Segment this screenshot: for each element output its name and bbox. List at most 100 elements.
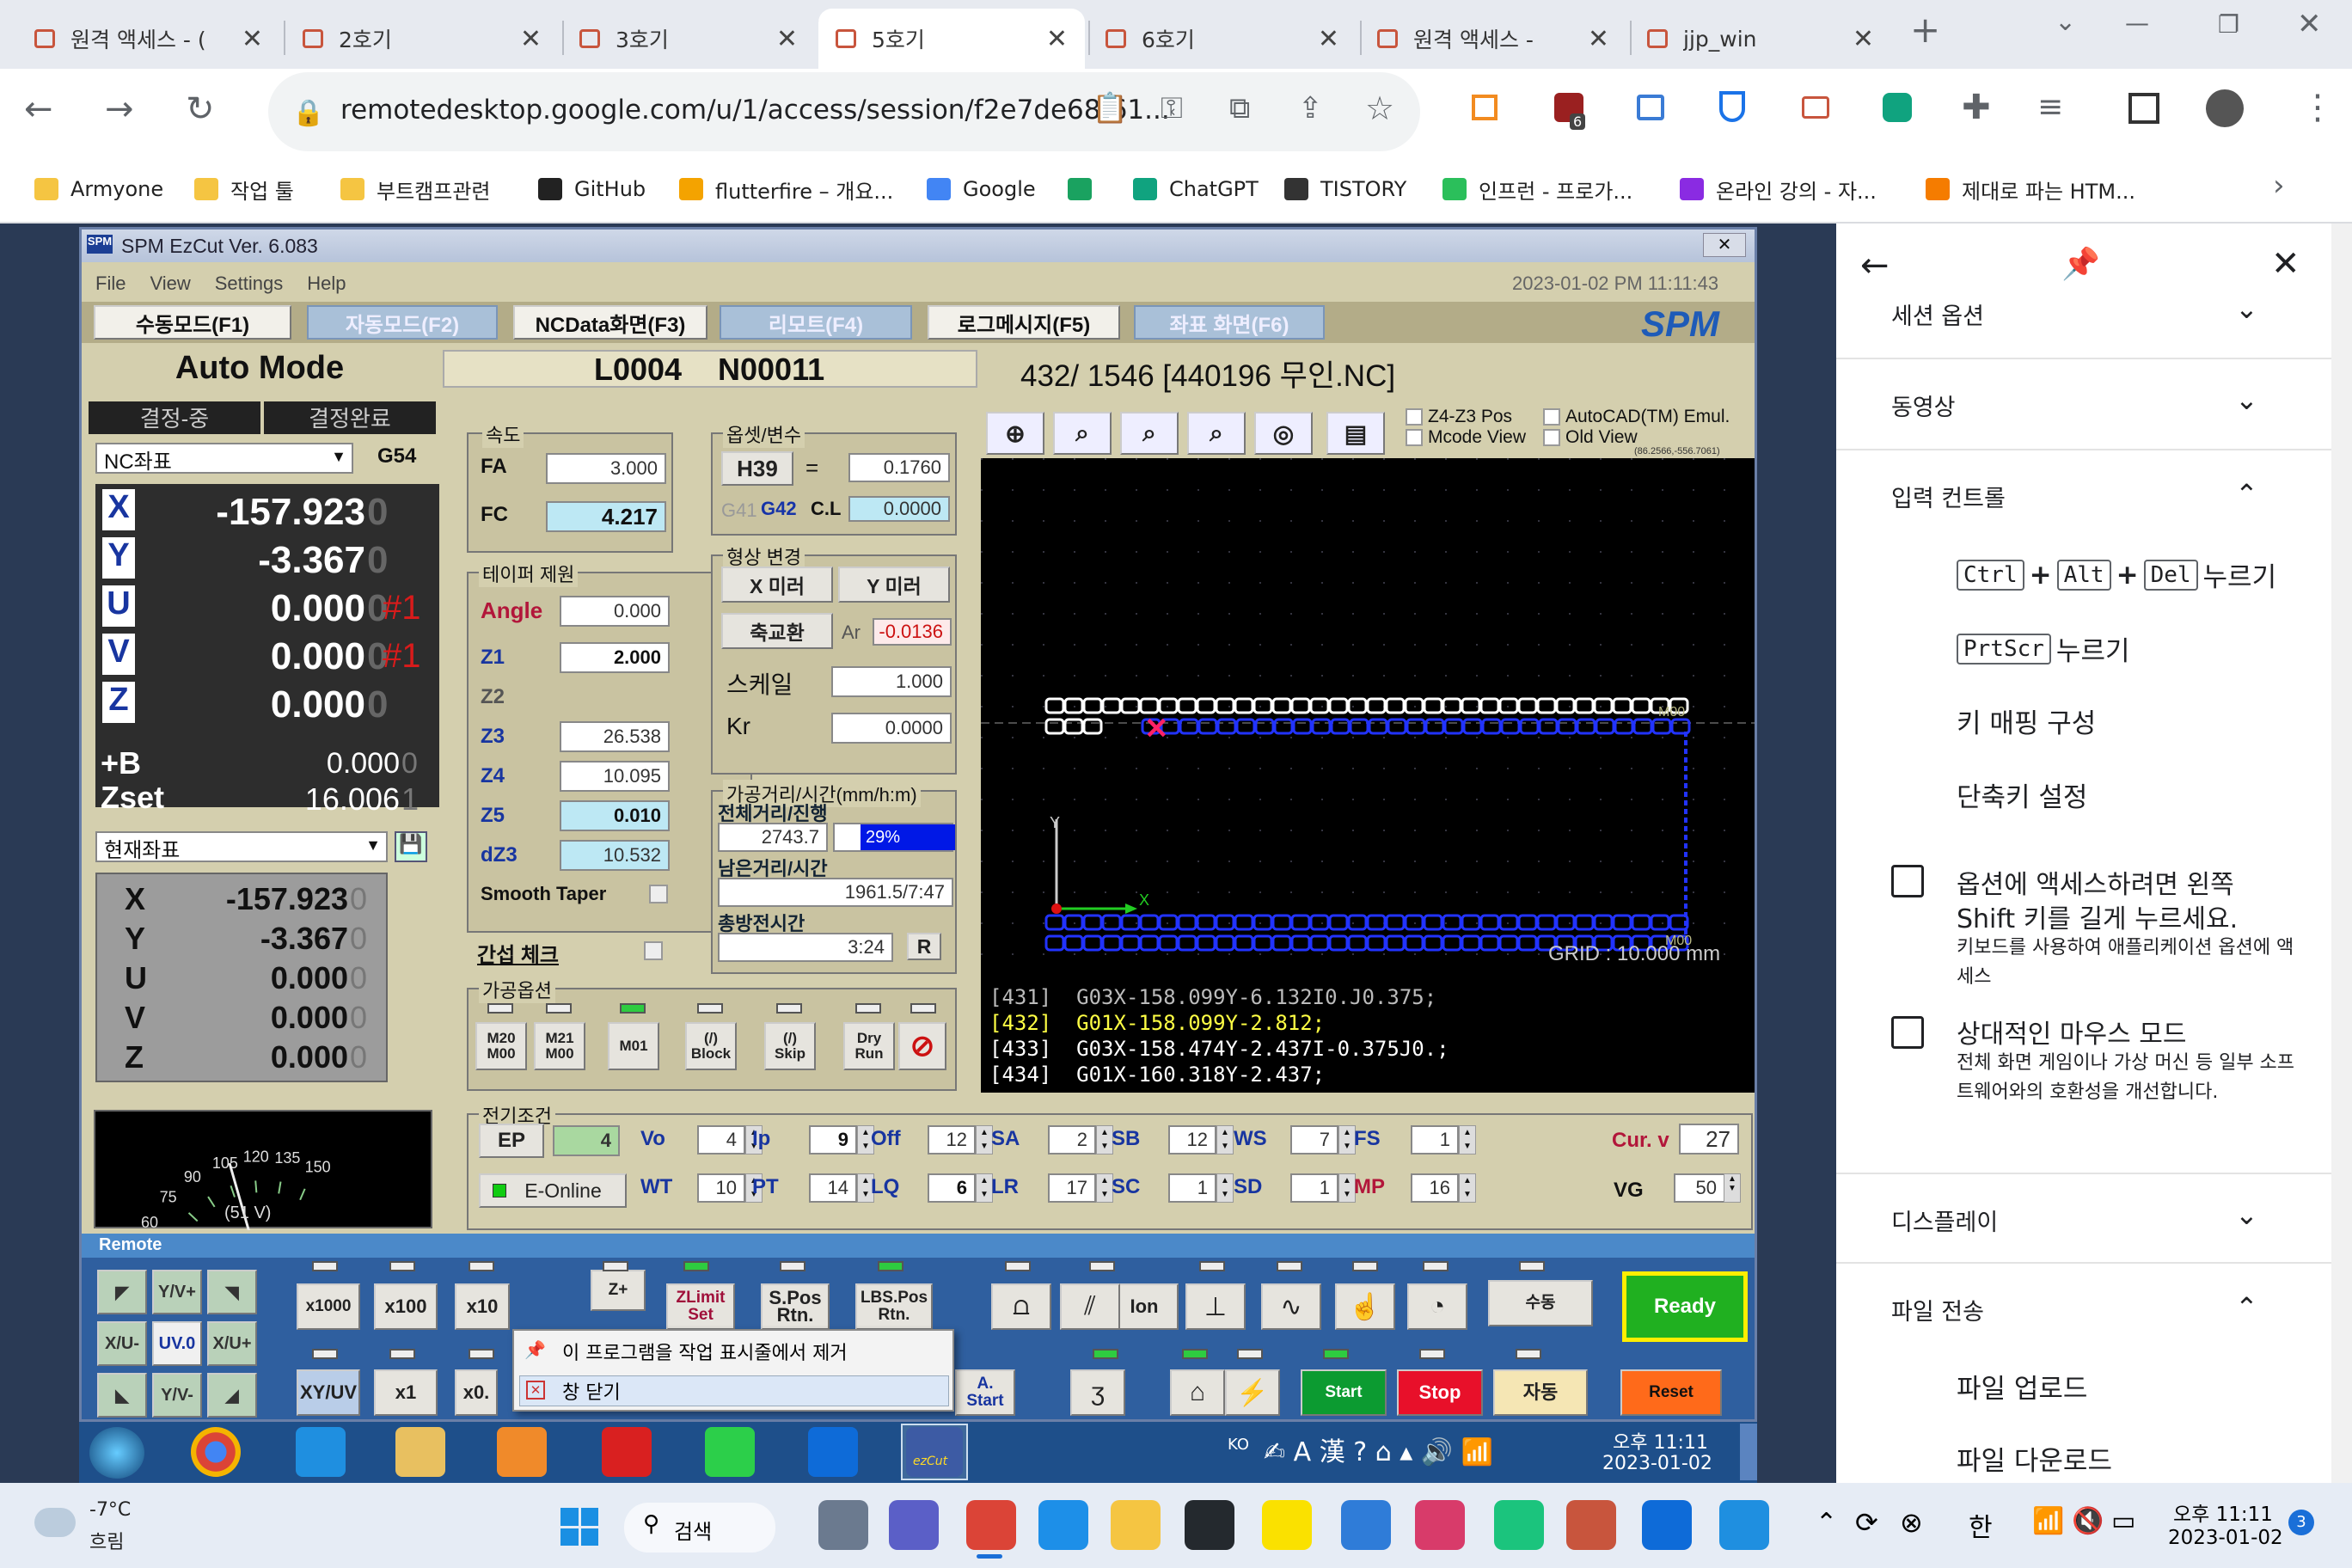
bookmark-item[interactable]: 작업 툴: [194, 170, 294, 208]
media-control-icon[interactable]: ≡: [2037, 89, 2063, 125]
wifi-icon[interactable]: 📶: [2032, 1506, 2064, 1536]
tab-search-icon[interactable]: ⌄: [2055, 7, 2076, 37]
bookmark-item[interactable]: TISTORY: [1284, 170, 1406, 208]
wire-feed-icon[interactable]: ⊥: [1185, 1283, 1246, 1330]
x100-button[interactable]: x100: [374, 1283, 438, 1330]
browser-tab[interactable]: 5호기 ✕: [818, 9, 1085, 69]
reset-time-button[interactable]: R: [907, 933, 941, 960]
h-code-button[interactable]: H39: [721, 451, 793, 486]
ie-icon[interactable]: [296, 1427, 346, 1477]
zoom-b-icon[interactable]: ⌕: [1120, 412, 1179, 455]
close-window-icon[interactable]: ✕: [2297, 7, 2322, 41]
remote-clock[interactable]: 오후 11:11: [1613, 1427, 1708, 1455]
no-wire-icon[interactable]: ⊘: [898, 1022, 946, 1070]
vscode-icon[interactable]: [1038, 1500, 1088, 1550]
notification-badge[interactable]: 3: [2288, 1510, 2314, 1535]
x0-button[interactable]: x0.: [455, 1369, 498, 1416]
coord-system-select[interactable]: NC좌표 ▼: [95, 443, 353, 474]
clipboard-icon[interactable]: 📋: [1092, 91, 1128, 126]
show-desktop-button[interactable]: [1740, 1424, 1757, 1480]
fc-value[interactable]: 4.217: [546, 501, 666, 532]
jog-xu-minus[interactable]: X/U-: [97, 1321, 147, 1366]
jog-ul-icon[interactable]: ◤: [97, 1270, 147, 1314]
ext-translate-icon[interactable]: [1637, 95, 1664, 120]
android-icon[interactable]: [602, 1427, 652, 1477]
spm-menu-item[interactable]: File: [95, 273, 126, 295]
teamviewer-icon[interactable]: [808, 1427, 858, 1477]
spm-menu-item[interactable]: View: [150, 273, 190, 295]
reload-icon[interactable]: ↻: [186, 89, 215, 129]
spinner-icon[interactable]: ▲ ▼: [1459, 1173, 1476, 1203]
ion-button[interactable]: Ion: [1110, 1283, 1179, 1330]
bookmark-item[interactable]: ChatGPT: [1133, 170, 1259, 208]
back-icon[interactable]: ←: [24, 89, 53, 129]
jog-uv0[interactable]: UV.0: [152, 1321, 202, 1366]
camera-icon[interactable]: ◎: [1254, 412, 1313, 455]
axis-swap-button[interactable]: 축교환: [721, 613, 833, 649]
ime-indicator[interactable]: 한: [1969, 1506, 1993, 1544]
process-option-button[interactable]: (/) Skip: [764, 1022, 816, 1070]
z-plus-button[interactable]: Z+: [591, 1270, 646, 1311]
bookmarks-overflow-icon[interactable]: ›: [2273, 168, 2285, 203]
spos-return-button[interactable]: S.Pos Rtn.: [761, 1283, 830, 1330]
explorer-icon[interactable]: [395, 1427, 445, 1477]
bookmark-item[interactable]: 제대로 파는 HTM...: [1926, 170, 2135, 208]
tab-close-icon[interactable]: ✕: [1588, 24, 1609, 54]
spinner-icon[interactable]: ▲ ▼: [1216, 1173, 1234, 1203]
weather-temp[interactable]: -7°C: [89, 1499, 131, 1521]
process-option-button[interactable]: Dry Run: [843, 1022, 895, 1070]
pin-icon[interactable]: 📌: [2061, 246, 2100, 282]
ext-grid-icon[interactable]: [1472, 95, 1498, 120]
side-panel-icon[interactable]: [2128, 93, 2159, 124]
spinner-icon[interactable]: ▲ ▼: [1216, 1125, 1234, 1155]
shortcut-item[interactable]: 단축키 설정: [1957, 775, 2087, 814]
chrome-icon[interactable]: [191, 1427, 241, 1477]
elec-param-value[interactable]: 10: [697, 1173, 745, 1203]
ext-remote-icon[interactable]: [1802, 96, 1829, 119]
y-mirror-button[interactable]: Y 미러: [838, 567, 950, 603]
file-transfer-header[interactable]: 파일 전송: [1891, 1293, 1984, 1326]
tool-path-plot[interactable]: X Y ✕ M00 M00 GRID : 10.000 mm: [981, 458, 1755, 979]
bookmark-star-icon[interactable]: ☆: [1365, 89, 1394, 127]
elec-param-value[interactable]: 6: [928, 1173, 976, 1203]
paint-icon[interactable]: [1719, 1500, 1769, 1550]
taper-row-value[interactable]: 26.538: [560, 721, 670, 752]
sync-icon[interactable]: ⟳: [1855, 1506, 1878, 1539]
mode-tab[interactable]: 좌표 화면(F6): [1134, 305, 1325, 340]
hand-icon[interactable]: ☝: [1335, 1283, 1395, 1330]
remote-tray-icons[interactable]: ✍ A 漢 ? ⌂ ▴ 🔊 📶: [1264, 1430, 1493, 1468]
manual-mode-button[interactable]: 수동: [1488, 1280, 1593, 1326]
profile-avatar[interactable]: [2206, 89, 2244, 127]
start-button[interactable]: Start: [1301, 1369, 1387, 1416]
weather-desc[interactable]: 흐림: [89, 1527, 124, 1554]
close-window-menu-item[interactable]: 창 닫기: [562, 1377, 621, 1405]
tab-close-icon[interactable]: ✕: [776, 24, 798, 54]
elec-param-value[interactable]: 2: [1048, 1125, 1096, 1155]
taper-row-value[interactable]: 0.010: [560, 800, 670, 831]
spm-menu-item[interactable]: Settings: [215, 273, 284, 295]
old-view-checkbox[interactable]: [1543, 429, 1560, 446]
mode-tab[interactable]: NCData화면(F3): [513, 305, 707, 340]
chevron-up-icon[interactable]: ⌃: [2235, 478, 2258, 511]
mode-tab[interactable]: 리모트(F4): [720, 305, 912, 340]
kakaotalk-icon[interactable]: [1262, 1500, 1312, 1550]
video-header[interactable]: 동영상: [1891, 389, 1956, 422]
elec-param-value[interactable]: 17: [1048, 1173, 1096, 1203]
autocad-checkbox[interactable]: [1543, 408, 1560, 426]
mode-tab[interactable]: 자동모드(F2): [307, 305, 498, 340]
elec-param-value[interactable]: 7: [1290, 1125, 1338, 1155]
taper-row-value[interactable]: 10.532: [560, 840, 670, 871]
mcode-view-checkbox[interactable]: [1406, 429, 1423, 446]
clock-date[interactable]: 2023-01-02: [2168, 1527, 2283, 1549]
display-header[interactable]: 디스플레이: [1891, 1204, 1998, 1237]
lock-icon[interactable]: 🔒: [292, 98, 324, 128]
x10-button[interactable]: x10: [455, 1283, 510, 1330]
bookmark-item[interactable]: Google: [927, 170, 1036, 208]
elec-param-value[interactable]: 16: [1411, 1173, 1459, 1203]
taper-row-value[interactable]: 10.095: [560, 761, 670, 792]
page-scrollbar[interactable]: [2331, 224, 2352, 1483]
unpin-menu-item[interactable]: 이 프로그램을 작업 표시줄에서 제거: [562, 1338, 848, 1365]
bookmark-item[interactable]: [1068, 170, 1104, 208]
x-mirror-button[interactable]: X 미러: [721, 567, 833, 603]
jog-lr-icon[interactable]: ◢: [207, 1373, 257, 1418]
